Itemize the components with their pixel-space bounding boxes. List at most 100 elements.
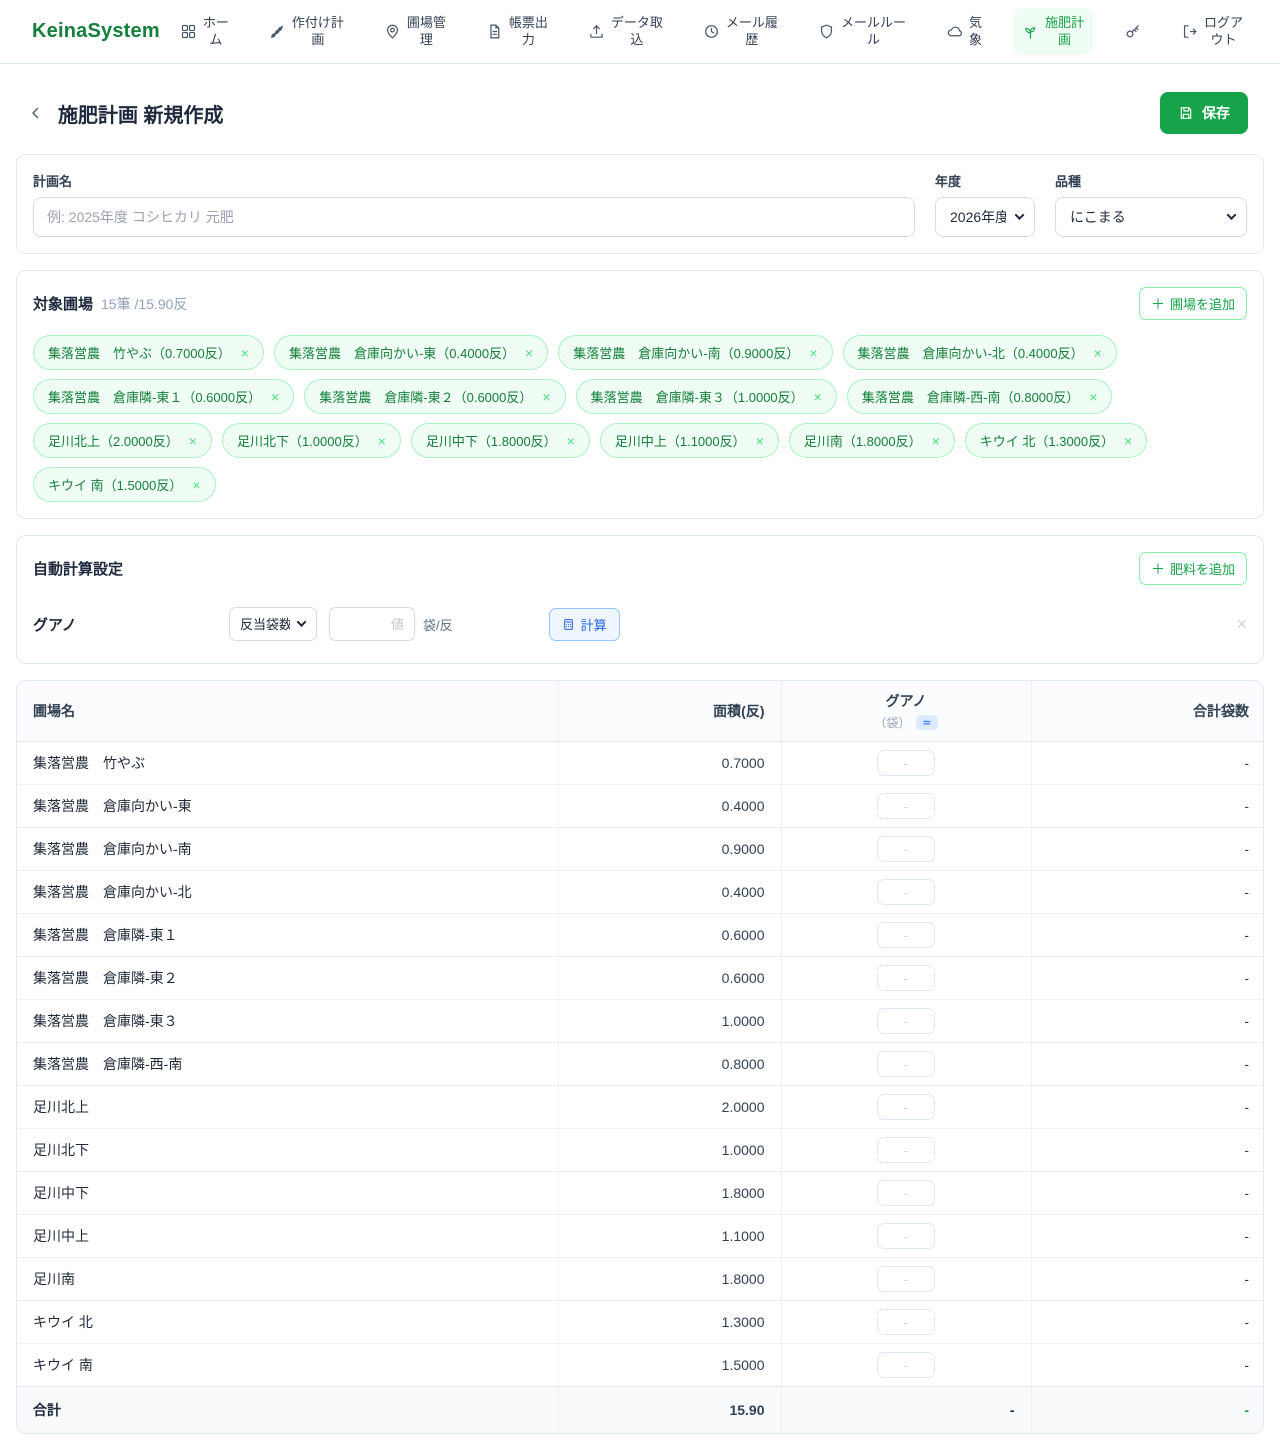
field-tag: 集落営農 倉庫隣-東２（0.6000反） × xyxy=(304,379,565,414)
guano-cell xyxy=(781,957,1031,1000)
wheat-icon xyxy=(269,23,286,40)
guano-input[interactable] xyxy=(877,965,935,991)
guano-cell xyxy=(781,1172,1031,1215)
guano-cell xyxy=(781,1344,1031,1387)
guano-input[interactable] xyxy=(877,1008,935,1034)
calculate-button[interactable]: 計算 xyxy=(549,608,620,641)
nav-item-label: メールルール xyxy=(841,15,906,48)
calc-value-input[interactable] xyxy=(329,607,415,641)
total-bags-cell: - xyxy=(1031,828,1264,871)
guano-cell xyxy=(781,1258,1031,1301)
total-bags-cell: - xyxy=(1031,785,1264,828)
shield-icon xyxy=(818,23,835,40)
remove-tag-icon[interactable]: × xyxy=(271,390,279,404)
field-tag: 集落営農 竹やぶ（0.7000反） × xyxy=(33,335,264,370)
area-cell: 1.0000 xyxy=(558,1129,781,1172)
remove-tag-icon[interactable]: × xyxy=(1094,346,1102,360)
calc-mode-select[interactable]: 反当袋数 xyxy=(229,607,317,641)
remove-tag-icon[interactable]: × xyxy=(542,390,550,404)
table-row: 集落営農 倉庫隣-東３1.0000- xyxy=(17,1000,1264,1043)
guano-cell xyxy=(781,785,1031,828)
nav-item-作付け計画[interactable]: 作付け計画 xyxy=(260,8,353,55)
plan-table-container: 圃場名 面積(反) グアノ （袋） ≃ 合計袋数 集落営農 竹やぶ0.7000-… xyxy=(16,680,1264,1434)
remove-tag-icon[interactable]: × xyxy=(932,434,940,448)
field-tag-label: 集落営農 倉庫隣-東２（0.6000反） xyxy=(319,387,532,406)
add-field-button[interactable]: ＋ 圃場を追加 xyxy=(1139,287,1247,320)
table-row: 集落営農 倉庫隣-西-南0.8000- xyxy=(17,1043,1264,1086)
table-row: 足川北下1.0000- xyxy=(17,1129,1264,1172)
remove-tag-icon[interactable]: × xyxy=(756,434,764,448)
field-tag-label: 集落営農 倉庫向かい-北（0.4000反） xyxy=(858,343,1084,362)
guano-input[interactable] xyxy=(877,1266,935,1292)
field-tag-label: キウイ 南（1.5000反） xyxy=(48,475,182,494)
back-button[interactable] xyxy=(22,99,50,127)
guano-cell xyxy=(781,1000,1031,1043)
nav-item-ログアウト[interactable]: ログアウト xyxy=(1172,8,1252,55)
nav-item-メールルール[interactable]: メールルール xyxy=(809,8,915,55)
field-name-cell: 足川北下 xyxy=(17,1129,558,1172)
guano-input[interactable] xyxy=(877,879,935,905)
field-tag: 足川南（1.8000反）× xyxy=(789,423,955,458)
guano-input[interactable] xyxy=(877,1309,935,1335)
remove-tag-icon[interactable]: × xyxy=(189,434,197,448)
table-row: 集落営農 倉庫向かい-南0.9000- xyxy=(17,828,1264,871)
remove-tag-icon[interactable]: × xyxy=(378,434,386,448)
nav-item-key-icon[interactable] xyxy=(1115,16,1150,47)
fertilizer-name: グアノ xyxy=(33,614,229,635)
guano-input[interactable] xyxy=(877,836,935,862)
guano-input[interactable] xyxy=(877,1051,935,1077)
remove-tag-icon[interactable]: × xyxy=(814,390,822,404)
auto-calc-card: 自動計算設定 ＋ 肥料を追加 グアノ 反当袋数 袋/反 計算 × xyxy=(16,535,1264,664)
table-row: キウイ 北1.3000- xyxy=(17,1301,1264,1344)
nav-item-圃場管理[interactable]: 圃場管理 xyxy=(375,8,455,55)
guano-input[interactable] xyxy=(877,1352,935,1378)
guano-input[interactable] xyxy=(877,750,935,776)
save-button[interactable]: 保存 xyxy=(1160,92,1248,134)
guano-input[interactable] xyxy=(877,1180,935,1206)
guano-input[interactable] xyxy=(877,1137,935,1163)
remove-tag-icon[interactable]: × xyxy=(525,346,533,360)
guano-input[interactable] xyxy=(877,1223,935,1249)
nav-item-施肥計画[interactable]: 施肥計画 xyxy=(1013,8,1093,55)
guano-cell xyxy=(781,871,1031,914)
table-row: 足川中上1.1000- xyxy=(17,1215,1264,1258)
total-bags-cell: - xyxy=(1031,1215,1264,1258)
guano-input[interactable] xyxy=(877,922,935,948)
field-tag-label: 集落営農 竹やぶ（0.7000反） xyxy=(48,343,231,362)
field-name-cell: 集落営農 倉庫隣-西-南 xyxy=(17,1043,558,1086)
remove-tag-icon[interactable]: × xyxy=(1089,390,1097,404)
nav-item-帳票出力[interactable]: 帳票出力 xyxy=(477,8,557,55)
remove-tag-icon[interactable]: × xyxy=(192,478,200,492)
remove-fertilizer-icon[interactable]: × xyxy=(1236,615,1247,633)
remove-tag-icon[interactable]: × xyxy=(241,346,249,360)
table-row: 足川南1.8000- xyxy=(17,1258,1264,1301)
area-cell: 0.7000 xyxy=(558,742,781,785)
nav-item-気象[interactable]: 気象 xyxy=(937,8,991,55)
area-cell: 0.4000 xyxy=(558,871,781,914)
nav-items: ホーム作付け計画圃場管理帳票出力データ取込メール履歴 メールルール気象施肥計画 ログ… xyxy=(171,8,1252,55)
field-tag-label: 足川北下（1.0000反） xyxy=(237,431,368,450)
approx-badge[interactable]: ≃ xyxy=(916,715,937,730)
guano-cell xyxy=(781,1129,1031,1172)
plan-name-input[interactable] xyxy=(33,197,915,237)
field-tag-label: 集落営農 倉庫向かい-南（0.9000反） xyxy=(573,343,799,362)
calculator-icon xyxy=(562,618,575,631)
field-tag-label: 足川北上（2.0000反） xyxy=(48,431,179,450)
remove-tag-icon[interactable]: × xyxy=(809,346,817,360)
area-cell: 1.8000 xyxy=(558,1172,781,1215)
remove-tag-icon[interactable]: × xyxy=(567,434,575,448)
remove-tag-icon[interactable]: × xyxy=(1124,434,1132,448)
guano-cell xyxy=(781,1086,1031,1129)
total-bags-cell: - xyxy=(1031,957,1264,1000)
nav-item-データ取込[interactable]: データ取込 xyxy=(579,8,672,55)
year-select[interactable]: 2026年度 xyxy=(935,197,1035,237)
guano-input[interactable] xyxy=(877,793,935,819)
add-fertilizer-button[interactable]: ＋ 肥料を追加 xyxy=(1139,552,1247,585)
page-title: 施肥計画 新規作成 xyxy=(58,99,224,128)
nav-item-メール履歴[interactable]: メール履歴 xyxy=(694,8,787,55)
guano-input[interactable] xyxy=(877,1094,935,1120)
nav-item-ホーム[interactable]: ホーム xyxy=(171,8,238,55)
table-row: 集落営農 倉庫向かい-北0.4000- xyxy=(17,871,1264,914)
auto-calc-title: 自動計算設定 xyxy=(33,558,123,579)
variety-select[interactable]: にこまる xyxy=(1055,197,1247,237)
